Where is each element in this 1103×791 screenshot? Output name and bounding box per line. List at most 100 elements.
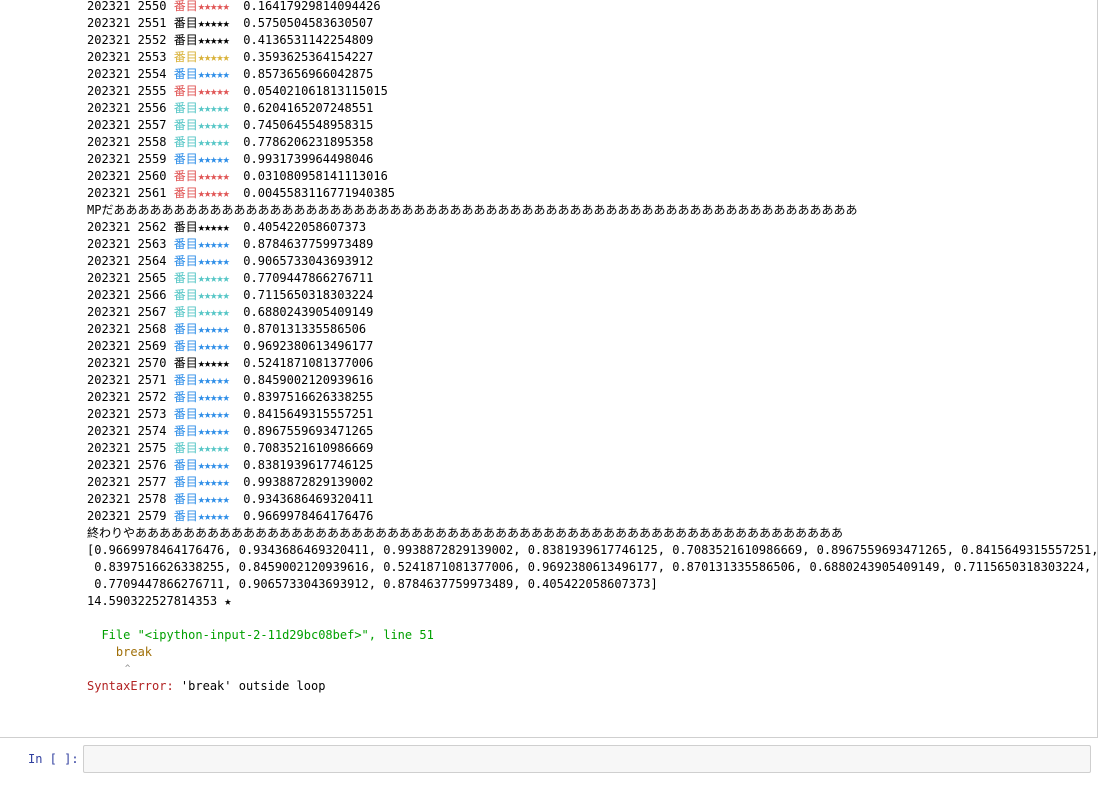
result-line: 202321 2571 番目★★★★★ 0.8459002120939616: [87, 372, 1097, 389]
result-label: 番目: [173, 135, 198, 149]
output-text: 202321 2550 番目★★★★★ 0.16417929814094426 2…: [87, 0, 1097, 695]
result-index: 202321 2564: [87, 254, 174, 268]
result-label: 番目: [173, 458, 198, 472]
result-label: 番目: [173, 441, 198, 455]
result-index: 202321 2567: [87, 305, 174, 319]
result-label: 番目: [173, 322, 198, 336]
result-value: 0.7786206231895358: [243, 135, 374, 149]
result-index: 202321 2579: [87, 509, 174, 523]
result-index: 202321 2558: [87, 135, 174, 149]
result-line: 202321 2558 番目★★★★★ 0.7786206231895358: [87, 134, 1097, 151]
star-rating-icon: ★★★★★: [197, 305, 230, 319]
error-name: SyntaxError:: [87, 679, 174, 693]
result-index: 202321 2572: [87, 390, 174, 404]
mp-message: MPだあああああああああああああああああああああああああああああああああああああ…: [87, 203, 858, 217]
result-value: 0.9931739964498046: [243, 152, 374, 166]
result-index: 202321 2570: [87, 356, 174, 370]
result-label: 番目: [173, 288, 198, 302]
result-label: 番目: [173, 0, 198, 13]
result-index: 202321 2575: [87, 441, 174, 455]
result-value: 0.4136531142254809: [243, 33, 374, 47]
result-value: 0.6204165207248551: [243, 101, 374, 115]
code-input[interactable]: [83, 745, 1091, 773]
result-line: 202321 2560 番目★★★★★ 0.031080958141113016: [87, 168, 1097, 185]
traceback-file-line: File "<ipython-input-2-11d29bc08bef>", l…: [87, 627, 1097, 644]
result-index: 202321 2565: [87, 271, 174, 285]
list-output-line: 0.8397516626338255, 0.8459002120939616, …: [87, 560, 1092, 574]
result-value: 0.8784637759973489: [243, 237, 374, 251]
result-line: 202321 2567 番目★★★★★ 0.6880243905409149: [87, 304, 1097, 321]
error-line: SyntaxError: 'break' outside loop: [87, 678, 1097, 695]
result-index: 202321 2573: [87, 407, 174, 421]
result-label: 番目: [173, 492, 198, 506]
result-index: 202321 2551: [87, 16, 174, 30]
result-index: 202321 2556: [87, 101, 174, 115]
result-line: 202321 2578 番目★★★★★ 0.9343686469320411: [87, 491, 1097, 508]
result-label: 番目: [173, 356, 198, 370]
traceback-code: break: [87, 645, 153, 659]
result-value: 0.3593625364154227: [243, 50, 374, 64]
traceback-caret-line: ^: [87, 664, 131, 674]
result-index: 202321 2550: [87, 0, 174, 13]
result-label: 番目: [173, 407, 198, 421]
result-index: 202321 2553: [87, 50, 174, 64]
result-value: 0.8459002120939616: [243, 373, 374, 387]
input-prompt: In [ ]:: [28, 752, 79, 766]
result-value: 0.5750504583630507: [243, 16, 374, 30]
result-line: 202321 2566 番目★★★★★ 0.7115650318303224: [87, 287, 1097, 304]
result-label: 番目: [173, 67, 198, 81]
result-line: 202321 2554 番目★★★★★ 0.8573656966042875: [87, 66, 1097, 83]
result-label: 番目: [173, 16, 198, 30]
star-rating-icon: ★★★★★: [197, 169, 230, 183]
result-value: 0.9938872829139002: [243, 475, 374, 489]
result-value: 0.405422058607373: [243, 220, 367, 234]
result-line: 202321 2569 番目★★★★★ 0.9692380613496177: [87, 338, 1097, 355]
result-line: 202321 2573 番目★★★★★ 0.8415649315557251: [87, 406, 1097, 423]
result-value: 0.16417929814094426: [243, 0, 381, 13]
result-value: 0.7115650318303224: [243, 288, 374, 302]
result-line: 202321 2579 番目★★★★★ 0.9669978464176476: [87, 508, 1097, 525]
star-rating-icon: ★★★★★: [197, 424, 230, 438]
result-value: 0.870131335586506: [243, 322, 367, 336]
result-label: 番目: [173, 33, 198, 47]
result-label: 番目: [173, 237, 198, 251]
result-index: 202321 2571: [87, 373, 174, 387]
star-rating-icon: ★★★★★: [197, 390, 230, 404]
total-value: 14.590322527814353 ★: [87, 594, 232, 608]
result-value: 0.9692380613496177: [243, 339, 374, 353]
star-rating-icon: ★★★★★: [197, 67, 230, 81]
star-rating-icon: ★★★★★: [197, 288, 230, 302]
result-line: 202321 2553 番目★★★★★ 0.3593625364154227: [87, 49, 1097, 66]
star-rating-icon: ★★★★★: [197, 16, 230, 30]
result-line: 202321 2570 番目★★★★★ 0.5241871081377006: [87, 355, 1097, 372]
result-value: 0.8967559693471265: [243, 424, 374, 438]
result-line: 202321 2565 番目★★★★★ 0.7709447866276711: [87, 270, 1097, 287]
result-label: 番目: [173, 84, 198, 98]
traceback-file-path: "<ipython-input-2-11d29bc08bef>": [137, 628, 369, 642]
result-value: 0.7450645548958315: [243, 118, 374, 132]
result-value: 0.031080958141113016: [243, 169, 388, 183]
result-line: 202321 2555 番目★★★★★ 0.054021061813115015: [87, 83, 1097, 100]
result-index: 202321 2566: [87, 288, 174, 302]
result-label: 番目: [173, 339, 198, 353]
result-index: 202321 2555: [87, 84, 174, 98]
result-index: 202321 2569: [87, 339, 174, 353]
result-value: 0.8397516626338255: [243, 390, 374, 404]
result-index: 202321 2562: [87, 220, 174, 234]
result-label: 番目: [173, 101, 198, 115]
result-index: 202321 2557: [87, 118, 174, 132]
result-label: 番目: [173, 373, 198, 387]
result-label: 番目: [173, 475, 198, 489]
